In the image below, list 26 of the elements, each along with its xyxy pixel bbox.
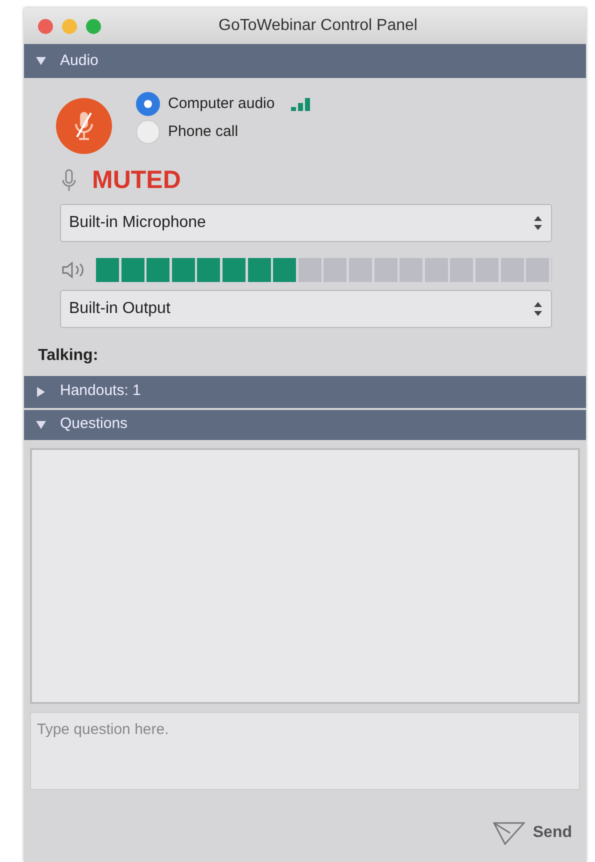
section-header[interactable]: Questions xyxy=(24,410,586,442)
zoom-button[interactable] xyxy=(86,18,101,34)
option-label[interactable]: Phone call xyxy=(168,120,238,144)
collapsed-arrow-icon[interactable] xyxy=(36,386,46,396)
option-label[interactable]: Computer audio xyxy=(168,92,275,116)
output-select[interactable]: Built-in Output xyxy=(60,290,552,328)
radio-button[interactable] xyxy=(136,120,160,144)
send-button[interactable]: Send xyxy=(486,820,578,846)
question-input[interactable]: Type question here. xyxy=(30,712,580,790)
expanded-arrow-icon[interactable] xyxy=(36,420,46,430)
section-header[interactable]: Audio xyxy=(24,44,586,80)
updown-caret-icon xyxy=(533,214,543,230)
talking-label: Talking: xyxy=(38,346,100,366)
signal-icon xyxy=(290,97,311,111)
window-title: GoToWebinar Control Panel xyxy=(218,16,418,36)
muted-microphone-icon xyxy=(73,111,95,141)
send-icon xyxy=(492,821,525,845)
expanded-arrow-icon[interactable] xyxy=(36,56,46,66)
microphone-select[interactable]: Built-in Microphone xyxy=(60,204,552,242)
updown-caret-icon xyxy=(533,300,543,316)
muted-status: MUTED xyxy=(92,165,181,196)
radio-button[interactable] xyxy=(136,92,160,116)
minimize-button[interactable] xyxy=(62,18,77,34)
microphone-icon xyxy=(62,168,76,193)
section-header[interactable]: Handouts: 1 xyxy=(24,376,586,410)
close-button[interactable] xyxy=(38,18,53,34)
